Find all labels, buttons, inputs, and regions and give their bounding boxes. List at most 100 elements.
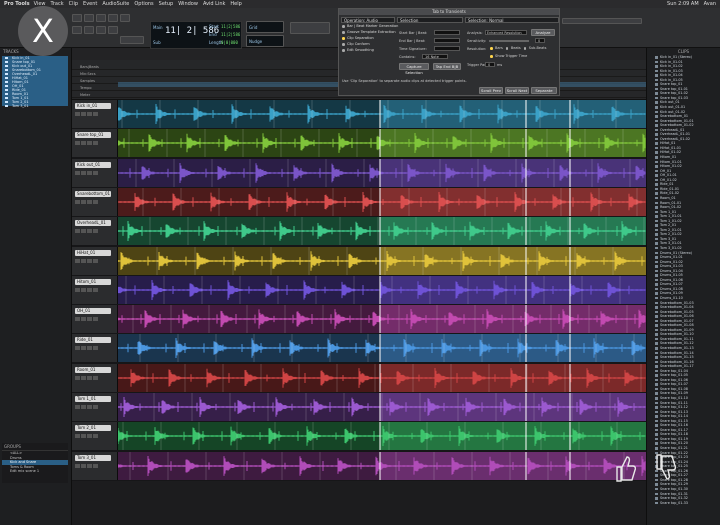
clip-list-item[interactable]: Snare top_01-33 [647,501,720,506]
start-bar-field[interactable] [434,30,460,35]
track-mute-button[interactable] [93,287,98,292]
waveform-region[interactable] [118,275,646,304]
track-mute-button[interactable] [93,258,98,263]
track-mute-button[interactable] [93,199,98,204]
waveform-region[interactable] [118,363,646,392]
track-input-button[interactable] [81,170,86,175]
track-header[interactable]: Tom 2_01 [72,422,118,451]
track-name[interactable]: Hitom_01 [75,278,111,285]
trim-tool-button[interactable] [84,14,94,22]
analysis-select[interactable]: Enhanced Resolution [485,30,527,35]
track-solo-button[interactable] [87,199,92,204]
track-solo-button[interactable] [87,258,92,263]
separate-button[interactable]: Separate [531,87,557,94]
track-mute-button[interactable] [93,229,98,234]
track-record-button[interactable] [75,434,80,439]
track-playlist[interactable] [118,393,646,421]
menubar-user[interactable]: Avan [704,0,716,8]
operation-radio-4[interactable]: Edit Smoothing [341,47,395,53]
menu-track[interactable]: Track [51,0,64,8]
track-input-button[interactable] [81,317,86,322]
track-mute-button[interactable] [93,346,98,351]
thumbs-up-icon[interactable] [614,451,637,485]
menu-window[interactable]: Window [178,0,198,8]
track-record-button[interactable] [75,405,80,409]
track-solo-button[interactable] [87,141,92,146]
group-item[interactable]: Edit mix scene 1 [2,469,68,474]
menu-clip[interactable]: Clip [69,0,78,8]
mini-timeline[interactable] [562,18,642,24]
track-solo-button[interactable] [87,317,92,322]
smart-tool-button[interactable] [120,14,130,22]
sensitivity-field[interactable]: 0 [535,38,545,43]
slip-mode-button[interactable] [96,26,106,34]
track-header[interactable]: Tom 3_01 [72,451,118,480]
waveform-region[interactable] [118,187,646,216]
track-playlist[interactable] [118,187,646,216]
track-header[interactable]: Hitom_01 [72,275,118,304]
track-record-button[interactable] [75,229,80,234]
resolution-option-2[interactable]: Sub-Beats [523,45,546,51]
menu-audiosuite[interactable]: AudioSuite [102,0,129,8]
track-record-button[interactable] [75,170,80,175]
track-solo-button[interactable] [87,434,92,439]
track-input-button[interactable] [81,258,86,263]
spot-mode-button[interactable] [84,26,94,34]
track-playlist[interactable] [118,100,646,128]
end-value[interactable]: 11|2|586 [221,32,240,37]
grid-mode-button[interactable] [108,26,118,34]
scroll-prev-button[interactable]: Scroll Prev [479,87,503,94]
waveform-region[interactable] [118,393,646,421]
end-bar-field[interactable] [434,38,460,43]
track-name[interactable]: Room_01 [75,366,111,373]
track-solo-button[interactable] [87,346,92,351]
track-name[interactable]: Snare top_01 [75,132,111,139]
waveform-region[interactable] [118,217,646,246]
menu-setup[interactable]: Setup [159,0,174,8]
track-playlist[interactable] [118,305,646,334]
trigger-pad-field[interactable]: 0 [485,62,495,67]
track-input-button[interactable] [81,229,86,234]
track-mute-button[interactable] [93,463,98,468]
track-solo-button[interactable] [87,287,92,292]
time-signature-field[interactable] [434,46,460,51]
track-header[interactable]: OverheadL_01 [72,217,118,246]
tap-end-button[interactable]: Tap End B|B [433,63,461,70]
track-playlist[interactable] [118,334,646,363]
track-name[interactable]: Ride_01 [75,337,111,344]
track-solo-button[interactable] [87,375,92,380]
track-solo-button[interactable] [87,405,92,409]
track-header[interactable]: OH_01 [72,305,118,334]
app-menu[interactable]: Pro Tools [4,0,30,8]
nudge-value-box[interactable]: Nudge [246,35,284,47]
track-playlist[interactable] [118,451,646,480]
track-input-button[interactable] [81,199,86,204]
track-mute-button[interactable] [93,141,98,146]
main-counter[interactable]: Main Sub 11| 2| 586 Start End Length 11|… [150,21,242,49]
track-record-button[interactable] [75,287,80,292]
track-name[interactable]: Tom 3_01 [75,454,111,461]
start-value[interactable]: 11|2|586 [221,24,240,29]
track-name[interactable]: Kick out_01 [75,161,111,168]
track-input-button[interactable] [81,112,86,116]
track-record-button[interactable] [75,317,80,322]
waveform-region[interactable] [118,246,646,275]
zoom-toggle-button[interactable] [72,14,82,22]
track-playlist[interactable] [118,422,646,451]
track-header[interactable]: Tom 1_01 [72,393,118,421]
track-record-button[interactable] [75,258,80,263]
waveform-region[interactable] [118,305,646,334]
menu-help[interactable]: Help [230,0,241,8]
track-record-button[interactable] [75,141,80,146]
track-playlist[interactable] [118,275,646,304]
track-header[interactable]: Room_01 [72,363,118,392]
track-name[interactable]: OverheadL_01 [75,220,111,227]
track-playlist[interactable] [118,158,646,187]
track-solo-button[interactable] [87,112,92,116]
menu-event[interactable]: Event [83,0,97,8]
sensitivity-slider[interactable] [489,40,529,42]
track-input-button[interactable] [81,346,86,351]
track-playlist[interactable] [118,217,646,246]
track-header[interactable]: Kick out_01 [72,158,118,187]
waveform-region[interactable] [118,422,646,451]
